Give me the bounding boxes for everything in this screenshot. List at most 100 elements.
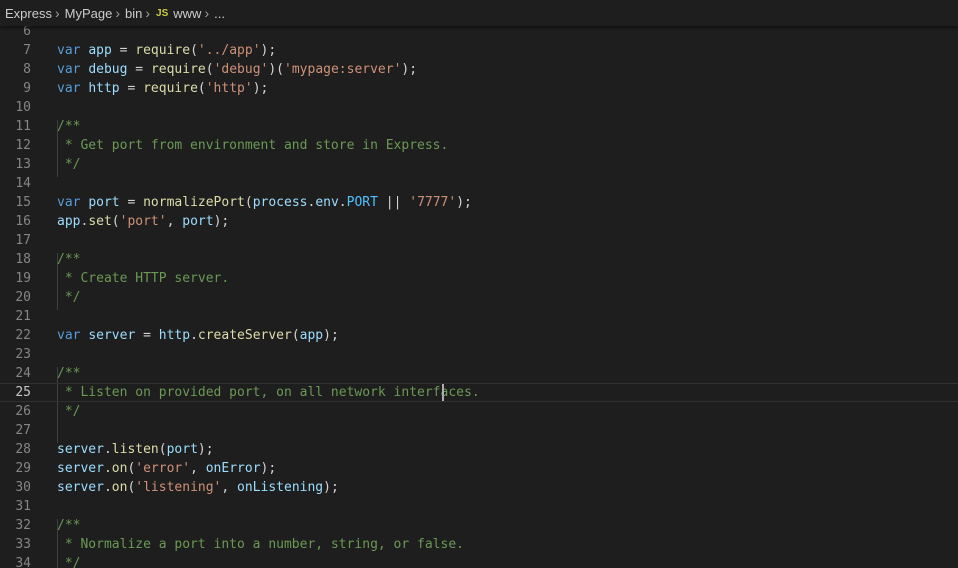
code-token: ); (252, 81, 269, 96)
code-token: listen (111, 442, 159, 457)
code-text: /** (57, 117, 80, 136)
code-token: . (190, 328, 198, 343)
code-token: . (103, 461, 112, 476)
code-token: 'listening' (135, 480, 222, 495)
code-token: /** (57, 119, 81, 134)
code-line[interactable]: 12 * Get port from environment and store… (0, 136, 958, 155)
code-line[interactable]: 28 server.listen(port); (0, 440, 958, 459)
code-line[interactable]: 22 var server = http.createServer(app); (0, 326, 958, 345)
text-cursor (442, 384, 444, 401)
code-token: /** (57, 366, 81, 381)
code-line[interactable]: 9 var http = require('http'); (0, 79, 958, 98)
breadcrumb: Express › MyPage › bin › JS www › ... (0, 0, 958, 26)
code-line[interactable]: 17 (0, 231, 958, 250)
code-token: PORT (346, 195, 378, 210)
code-token: server (57, 442, 104, 457)
code-line[interactable]: 31 (0, 497, 958, 516)
code-line[interactable]: 19 * Create HTTP server. (0, 269, 958, 288)
code-line[interactable]: 23 (0, 345, 958, 364)
code-text: */ (57, 554, 81, 568)
code-line[interactable]: 13 */ (0, 155, 958, 174)
code-token: */ (57, 404, 81, 419)
code-text: var server = http.createServer(app); (57, 326, 339, 345)
code-line[interactable]: 10 (0, 98, 958, 117)
code-line[interactable]: 21 (0, 307, 958, 326)
code-token: var (57, 328, 81, 343)
code-token: )( (268, 62, 285, 77)
code-token: '7777' (409, 195, 457, 210)
code-text: */ (57, 402, 81, 421)
line-number: 14 (15, 176, 31, 191)
code-token: ( (205, 62, 214, 77)
code-token: '../app' (197, 43, 261, 58)
code-token: 'port' (119, 214, 167, 229)
line-number: 17 (15, 233, 31, 248)
code-token: ( (197, 81, 206, 96)
code-token: http (158, 328, 191, 343)
code-token: server (57, 480, 104, 495)
code-line[interactable]: 14 (0, 174, 958, 193)
code-token: . (338, 195, 347, 210)
code-token: * Create HTTP server. (57, 271, 230, 286)
code-token: || (377, 195, 410, 210)
code-token: process (252, 195, 308, 210)
code-token: */ (57, 290, 81, 305)
breadcrumb-item-symbols[interactable]: ... (209, 6, 225, 21)
code-token: var (57, 81, 81, 96)
code-token: , (190, 461, 206, 476)
code-line[interactable]: 32 /** (0, 516, 958, 535)
code-editor[interactable]: 6 7 var app = require('../app'); 8 var debug… (0, 22, 958, 568)
breadcrumb-item-bin[interactable]: bin (120, 6, 142, 21)
code-text: /** (57, 364, 80, 383)
code-line[interactable]: 24 /** (0, 364, 958, 383)
javascript-file-icon: JS (156, 7, 169, 19)
code-text: server.listen(port); (57, 440, 214, 459)
code-token: */ (57, 157, 81, 172)
code-text: var debug = require('debug')('mypage:ser… (57, 60, 417, 79)
code-line[interactable]: 20 */ (0, 288, 958, 307)
code-line[interactable]: 25 * Listen on provided port, on all net… (0, 383, 958, 402)
code-text: server.on('listening', onListening); (57, 478, 339, 497)
code-token: require (135, 43, 191, 58)
line-number: 9 (23, 81, 31, 96)
code-token: /** (57, 518, 81, 533)
line-number: 13 (15, 157, 31, 172)
code-token: ); (260, 461, 277, 476)
code-text: var port = normalizePort(process.env.POR… (57, 193, 472, 212)
code-line[interactable]: 30 server.on('listening', onListening); (0, 478, 958, 497)
line-number: 15 (15, 195, 31, 210)
code-line[interactable]: 11 /** (0, 117, 958, 136)
code-token: var (57, 43, 81, 58)
code-token: ); (401, 62, 418, 77)
code-text: * Create HTTP server. (57, 269, 229, 288)
code-line[interactable]: 16 app.set('port', port); (0, 212, 958, 231)
code-token: debug (88, 62, 128, 77)
code-token: , (221, 480, 238, 495)
line-number: 28 (15, 442, 31, 457)
chevron-right-icon: › (145, 5, 151, 21)
code-token: app (57, 214, 81, 229)
breadcrumb-item-file[interactable]: www (168, 6, 201, 21)
code-line[interactable]: 26 */ (0, 402, 958, 421)
code-line[interactable]: 8 var debug = require('debug')('mypage:se… (0, 60, 958, 79)
code-token: env (315, 195, 339, 210)
code-line[interactable]: 7 var app = require('../app'); (0, 41, 958, 60)
code-line[interactable]: 34 */ (0, 554, 958, 568)
code-token: app (88, 43, 112, 58)
code-token: . (103, 480, 112, 495)
code-line[interactable]: 29 server.on('error', onError); (0, 459, 958, 478)
breadcrumb-item-express[interactable]: Express (0, 6, 52, 21)
code-line[interactable]: 18 /** (0, 250, 958, 269)
line-number: 16 (15, 214, 31, 229)
code-token: ); (260, 43, 277, 58)
code-token: normalizePort (143, 195, 245, 210)
code-token: onListening (237, 480, 324, 495)
code-line[interactable]: 27 (0, 421, 958, 440)
code-token: ( (111, 214, 120, 229)
code-token: 'debug' (213, 62, 269, 77)
breadcrumb-item-mypage[interactable]: MyPage (60, 6, 113, 21)
line-number: 21 (15, 309, 31, 324)
code-line[interactable]: 15 var port = normalizePort(process.env.P… (0, 193, 958, 212)
code-token: require (143, 81, 198, 96)
code-line[interactable]: 33 * Normalize a port into a number, str… (0, 535, 958, 554)
